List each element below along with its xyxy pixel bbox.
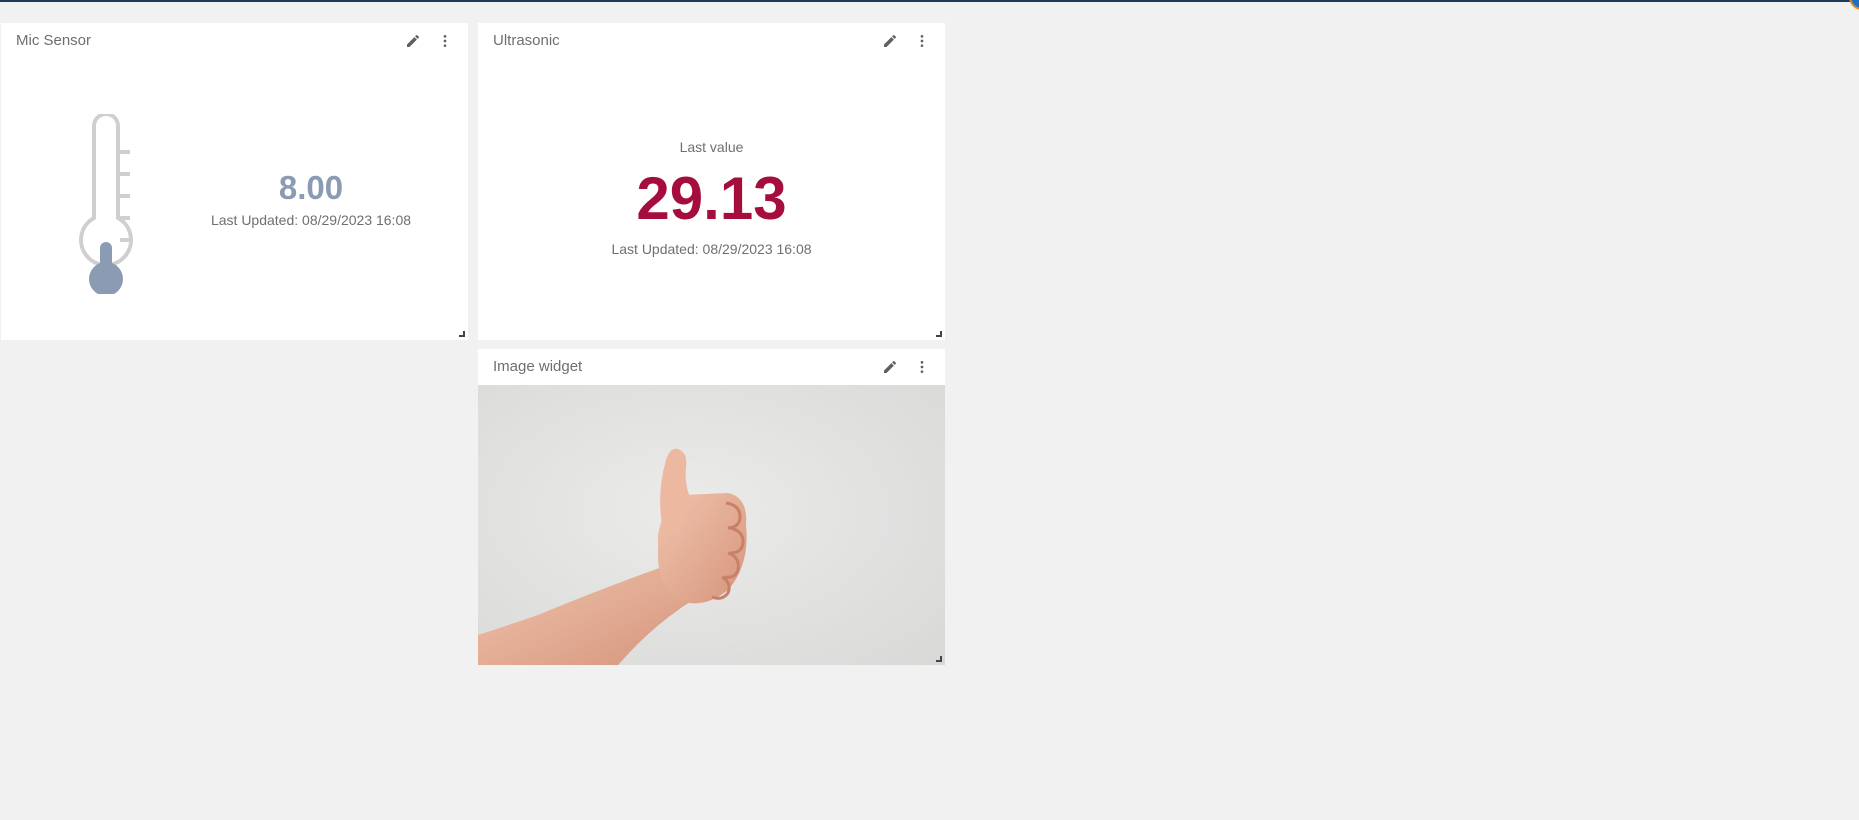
last-updated-text: Last Updated: 08/29/2023 16:08 — [611, 241, 812, 257]
more-vert-icon[interactable] — [436, 32, 454, 50]
top-rule — [0, 0, 1859, 2]
more-vert-icon[interactable] — [913, 358, 931, 376]
widget-actions — [881, 32, 931, 50]
corner-avatar-icon[interactable] — [1851, 0, 1859, 8]
resize-handle[interactable] — [936, 331, 942, 337]
widget-actions — [404, 32, 454, 50]
pencil-icon[interactable] — [881, 358, 899, 376]
pencil-icon[interactable] — [404, 32, 422, 50]
image-widget: Image widget — [478, 349, 945, 665]
widget-actions — [881, 358, 931, 376]
mic-value: 8.00 — [278, 169, 344, 206]
more-vert-icon[interactable] — [913, 32, 931, 50]
last-updated-text: Last Updated: 08/29/2023 16:08 — [210, 212, 412, 228]
pencil-icon[interactable] — [881, 32, 899, 50]
thermometer-icon — [76, 112, 142, 299]
ultrasonic-widget: Ultrasonic Last value 29.13 Last Updated… — [478, 23, 945, 340]
widget-title: Mic Sensor — [16, 32, 92, 49]
thumbs-up-image — [478, 385, 945, 665]
ultrasonic-value: 29.13 — [636, 165, 787, 232]
mic-sensor-widget: Mic Sensor 8.00 Last Updated: 08/29/2023… — [1, 23, 468, 340]
last-value-label: Last value — [679, 139, 744, 155]
resize-handle[interactable] — [936, 656, 942, 662]
widget-title: Image widget — [493, 358, 583, 375]
widget-title: Ultrasonic — [493, 32, 560, 49]
resize-handle[interactable] — [459, 331, 465, 337]
